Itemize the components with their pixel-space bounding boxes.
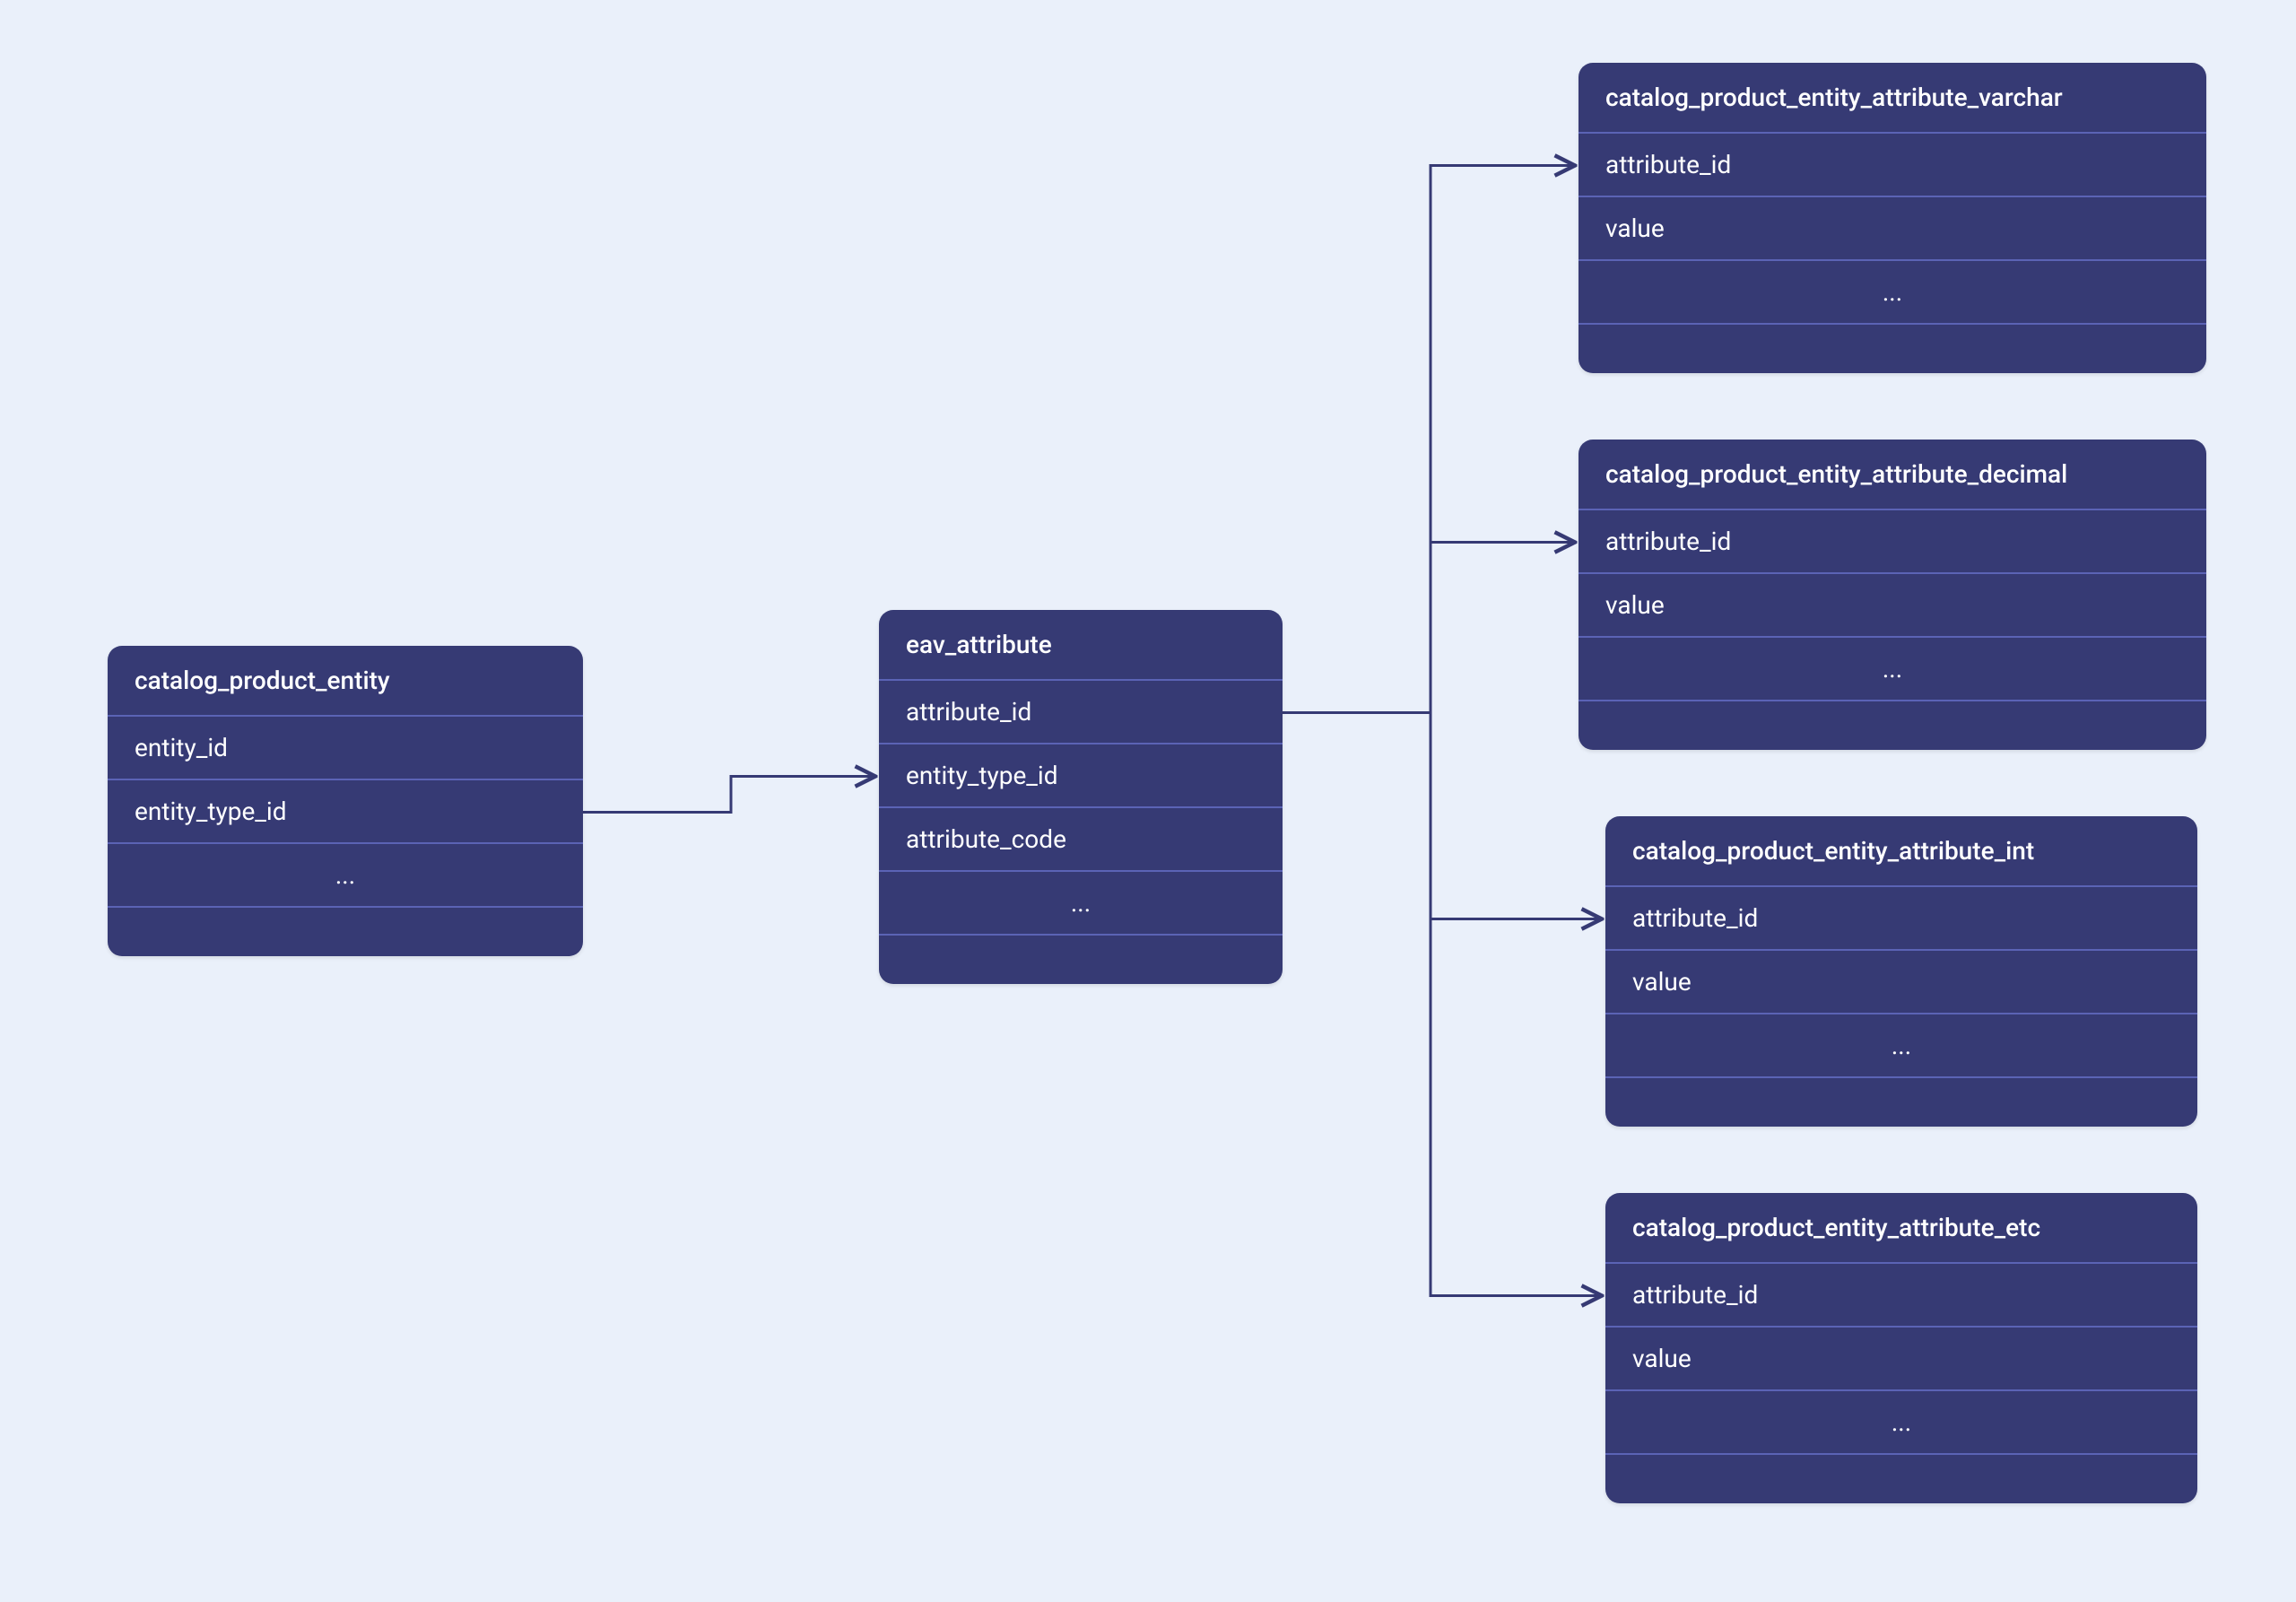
entity-field-attribute_id: attribute_id — [1605, 1264, 2197, 1328]
entity-field-attribute_id: attribute_id — [1578, 510, 2206, 574]
entity-field-attribute_id: attribute_id — [879, 681, 1283, 744]
entity-field-attribute_code: attribute_code — [879, 808, 1283, 872]
entity-field-value: value — [1605, 951, 2197, 1014]
entity-row-ellipsis: ... — [879, 872, 1283, 936]
entity-title: eav_attribute — [879, 610, 1283, 681]
entity-catalog_product_entity_attribute_int: catalog_product_entity_attribute_intattr… — [1605, 816, 2197, 1127]
entity-field-value: value — [1578, 574, 2206, 638]
entity-row-blank — [1605, 1455, 2197, 1503]
entity-row-blank — [1578, 325, 2206, 373]
entity-row-ellipsis: ... — [1605, 1014, 2197, 1078]
entity-title: catalog_product_entity_attribute_decimal — [1578, 440, 2206, 510]
entity-row-blank — [1605, 1078, 2197, 1127]
entity-field-value: value — [1605, 1328, 2197, 1391]
entity-title: catalog_product_entity_attribute_int — [1605, 816, 2197, 887]
connector-eav-to-catalog_product_entity_attribute_int — [1283, 713, 1602, 919]
connector-cpe-to-eav — [583, 777, 875, 813]
entity-catalog_product_entity: catalog_product_entityentity_identity_ty… — [108, 646, 583, 956]
entity-catalog_product_entity_attribute_decimal: catalog_product_entity_attribute_decimal… — [1578, 440, 2206, 750]
entity-row-blank — [879, 936, 1283, 984]
entity-title: catalog_product_entity — [108, 646, 583, 717]
entity-field-attribute_id: attribute_id — [1578, 134, 2206, 197]
entity-field-entity_type_id: entity_type_id — [108, 780, 583, 844]
entity-title: catalog_product_entity_attribute_varchar — [1578, 63, 2206, 134]
entity-row-ellipsis: ... — [1605, 1391, 2197, 1455]
connector-eav-to-catalog_product_entity_attribute_decimal — [1283, 543, 1575, 713]
connector-eav-to-catalog_product_entity_attribute_etc — [1283, 713, 1602, 1296]
entity-row-blank — [108, 908, 583, 956]
entity-catalog_product_entity_attribute_varchar: catalog_product_entity_attribute_varchar… — [1578, 63, 2206, 373]
entity-row-blank — [1578, 701, 2206, 750]
entity-row-ellipsis: ... — [108, 844, 583, 908]
entity-eav_attribute: eav_attributeattribute_identity_type_ida… — [879, 610, 1283, 984]
entity-catalog_product_entity_attribute_etc: catalog_product_entity_attribute_etcattr… — [1605, 1193, 2197, 1503]
entity-row-ellipsis: ... — [1578, 638, 2206, 701]
entity-field-entity_id: entity_id — [108, 717, 583, 780]
connector-eav-to-catalog_product_entity_attribute_varchar — [1283, 166, 1575, 713]
entity-field-attribute_id: attribute_id — [1605, 887, 2197, 951]
entity-row-ellipsis: ... — [1578, 261, 2206, 325]
entity-title: catalog_product_entity_attribute_etc — [1605, 1193, 2197, 1264]
entity-field-entity_type_id: entity_type_id — [879, 744, 1283, 808]
entity-field-value: value — [1578, 197, 2206, 261]
diagram-canvas: catalog_product_entityentity_identity_ty… — [0, 0, 2296, 1602]
